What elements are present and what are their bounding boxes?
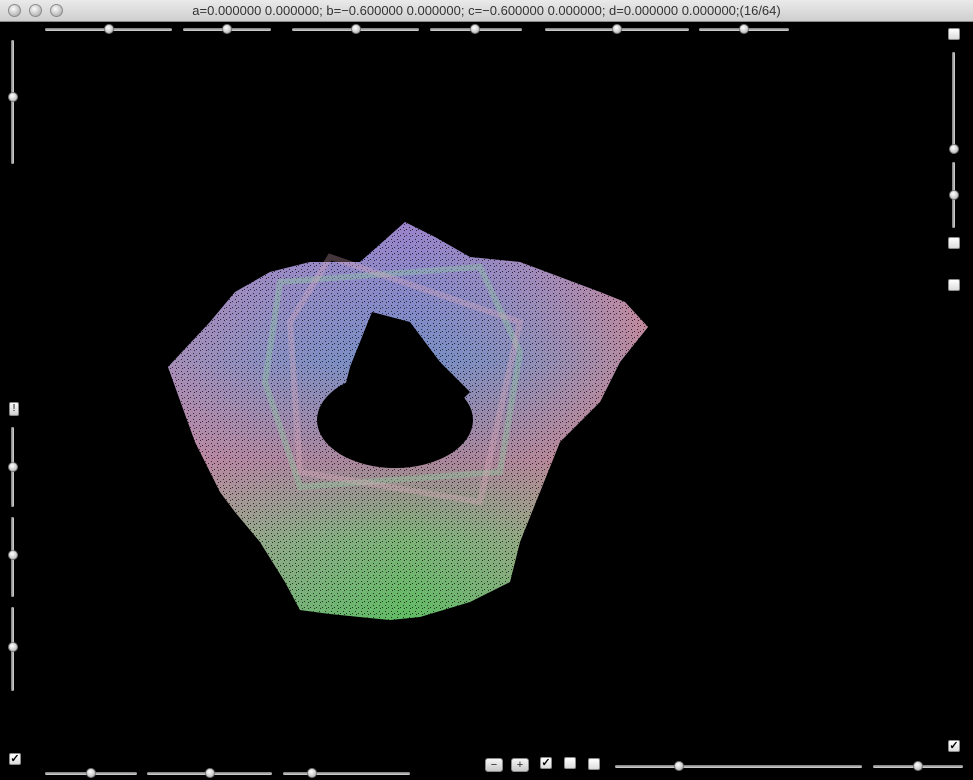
zoom-out-button[interactable]: −	[485, 758, 503, 772]
left-slider-3[interactable]	[6, 517, 20, 597]
render-canvas[interactable]: ! ✓ − + ✓ ✓	[0, 22, 973, 778]
zoom-in-button[interactable]: +	[511, 758, 529, 772]
fractal-image	[168, 222, 648, 620]
left-slider-1[interactable]	[6, 40, 20, 164]
top-slider-2[interactable]	[183, 22, 271, 36]
top-right-checkbox-1[interactable]	[948, 28, 960, 40]
right-slider-2[interactable]	[947, 162, 961, 228]
left-alert-button[interactable]: !	[9, 402, 19, 416]
bottom-checkbox-1[interactable]: ✓	[540, 757, 552, 769]
top-slider-5[interactable]	[545, 22, 689, 36]
bottom-left-checkbox[interactable]: ✓	[9, 753, 21, 765]
window-title: a=0.000000 0.000000; b=−0.600000 0.00000…	[192, 3, 781, 18]
right-slider-1[interactable]	[947, 52, 961, 154]
fractal-shape	[168, 222, 648, 620]
top-slider-4[interactable]	[430, 22, 522, 36]
bottom-checkbox-2[interactable]	[564, 757, 576, 769]
left-slider-2[interactable]	[6, 427, 20, 507]
bottom-slider-4[interactable]	[615, 759, 862, 773]
top-right-checkbox-3[interactable]	[948, 279, 960, 291]
title-bar: a=0.000000 0.000000; b=−0.600000 0.00000…	[0, 0, 973, 22]
bottom-right-checkbox[interactable]: ✓	[948, 740, 960, 752]
top-slider-1[interactable]	[45, 22, 172, 36]
top-slider-6[interactable]	[699, 22, 789, 36]
bottom-slider-5[interactable]	[873, 759, 963, 773]
top-right-checkbox-2[interactable]	[948, 237, 960, 249]
left-slider-4[interactable]	[6, 607, 20, 691]
bottom-checkbox-3[interactable]	[588, 758, 600, 770]
top-slider-3[interactable]	[292, 22, 419, 36]
